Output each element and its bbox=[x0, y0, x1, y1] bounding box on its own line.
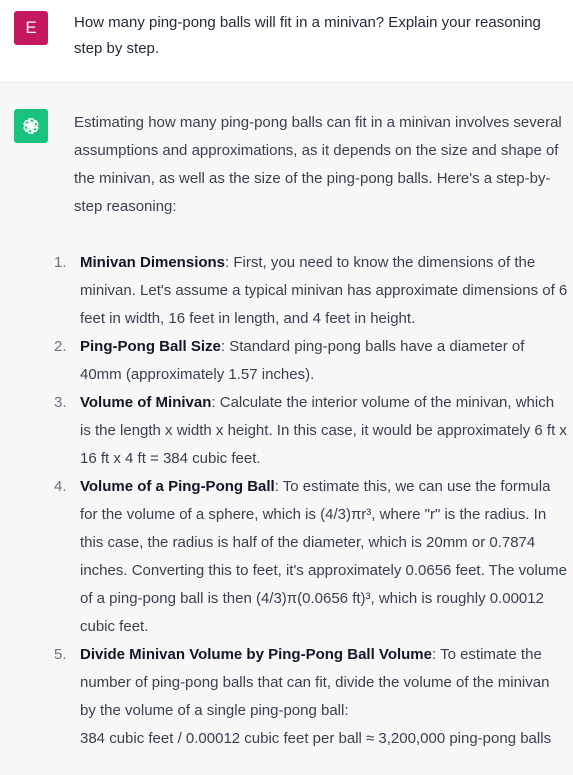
step-number: 4. bbox=[54, 478, 67, 495]
step-number: 5. bbox=[54, 646, 67, 663]
list-item: 1. Minivan Dimensions: First, you need to… bbox=[54, 249, 568, 333]
step-title: Divide Minivan Volume by Ping-Pong Ball … bbox=[80, 646, 432, 663]
step-number: 2. bbox=[54, 338, 67, 355]
step-formula: 384 cubic feet / 0.00012 cubic feet per … bbox=[80, 730, 552, 747]
assistant-avatar bbox=[14, 109, 48, 143]
list-item: 5. Divide Minivan Volume by Ping-Pong Bal… bbox=[54, 641, 568, 753]
list-item: 3. Volume of Minivan: Calculate the inter… bbox=[54, 389, 568, 473]
step-text: : To estimate this, we can use the formu… bbox=[80, 478, 568, 635]
step-title: Ping-Pong Ball Size bbox=[80, 338, 221, 355]
list-item: 4. Volume of a Ping-Pong Ball: To estimat… bbox=[54, 473, 568, 641]
step-title: Volume of Minivan bbox=[80, 394, 212, 411]
assistant-message-content: Estimating how many ping-pong balls can … bbox=[54, 109, 568, 753]
step-title: Volume of a Ping-Pong Ball bbox=[80, 478, 275, 495]
step-number: 3. bbox=[54, 394, 67, 411]
openai-logo-icon bbox=[23, 118, 39, 134]
user-message-row: E How many ping-pong balls will fit in a… bbox=[0, 0, 573, 83]
list-item: 2. Ping-Pong Ball Size: Standard ping-pon… bbox=[54, 333, 568, 389]
step-title: Minivan Dimensions bbox=[80, 254, 226, 271]
user-avatar-letter: E bbox=[25, 18, 37, 37]
user-message-text: How many ping-pong balls will fit in a m… bbox=[74, 14, 541, 57]
user-avatar: E bbox=[14, 11, 48, 45]
steps-list: 1. Minivan Dimensions: First, you need to… bbox=[54, 249, 568, 753]
step-number: 1. bbox=[54, 254, 67, 271]
assistant-message-row: Estimating how many ping-pong balls can … bbox=[0, 83, 573, 775]
assistant-intro: Estimating how many ping-pong balls can … bbox=[74, 114, 562, 215]
